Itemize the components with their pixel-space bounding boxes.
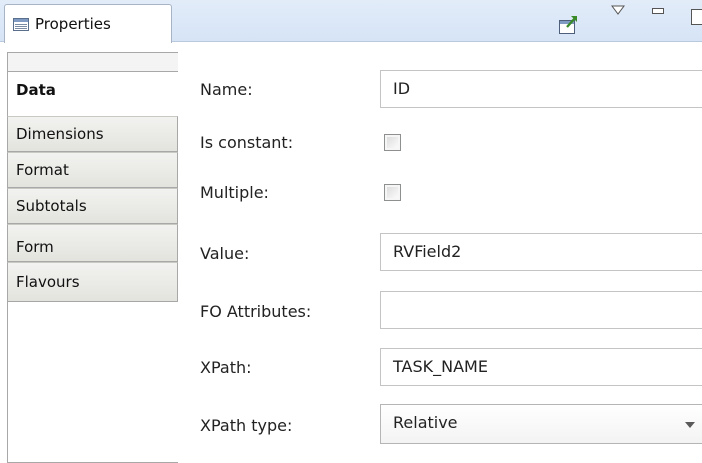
view-title-bar: Properties: [0, 0, 702, 43]
multiple-checkbox[interactable]: [384, 184, 401, 201]
value-label: Value:: [200, 244, 250, 263]
name-input[interactable]: ID: [380, 70, 702, 108]
tab-flavours[interactable]: Flavours: [7, 262, 178, 302]
xpath-type-selected: Relative: [393, 413, 458, 432]
properties-view-icon: [13, 18, 29, 31]
xpath-type-label: XPath type:: [200, 416, 293, 435]
xpath-type-select[interactable]: Relative: [380, 404, 702, 444]
fo-attributes-input[interactable]: [380, 291, 702, 329]
pin-to-selection-icon[interactable]: [557, 14, 579, 36]
xpath-input[interactable]: TASK_NAME: [380, 348, 702, 386]
maximize-icon[interactable]: [690, 8, 702, 26]
tab-list-header: [7, 52, 178, 72]
is-constant-checkbox[interactable]: [384, 134, 401, 151]
fo-attributes-label: FO Attributes:: [200, 302, 312, 321]
view-tab-label: Properties: [35, 15, 111, 33]
chevron-down-icon: [685, 422, 695, 428]
xpath-label: XPath:: [200, 358, 252, 377]
value-input[interactable]: RVField2: [380, 233, 702, 271]
multiple-label: Multiple:: [200, 183, 269, 202]
tab-subtotals[interactable]: Subtotals: [7, 188, 178, 224]
tab-data[interactable]: Data: [7, 72, 178, 108]
tab-format[interactable]: Format: [7, 152, 178, 188]
name-label: Name:: [200, 80, 253, 99]
minimize-icon[interactable]: [651, 5, 665, 17]
tab-form[interactable]: Form: [7, 224, 178, 262]
is-constant-label: Is constant:: [200, 133, 294, 152]
tab-dimensions[interactable]: Dimensions: [7, 116, 178, 152]
properties-view-tab[interactable]: Properties: [4, 4, 172, 43]
view-menu-icon[interactable]: [611, 4, 625, 16]
